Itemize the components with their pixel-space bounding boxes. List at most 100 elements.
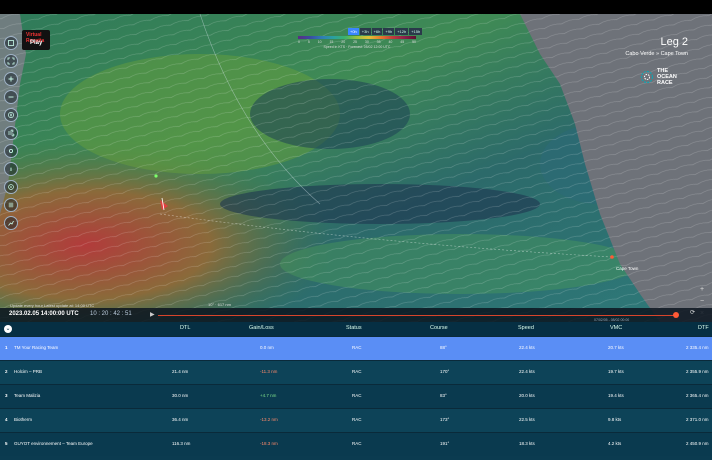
chart-icon[interactable]: [4, 216, 18, 230]
speed-value: 18.3 kts: [519, 441, 535, 446]
speed-value: 22.5 kts: [519, 417, 535, 422]
gain-value: -18.3 nm: [260, 441, 278, 446]
virtual-regatta-logo: Virtual Regatta Play: [22, 30, 50, 50]
legend-number: 50: [412, 40, 416, 44]
team-name: Holcim – PRB: [14, 369, 43, 374]
column-header-speed[interactable]: Speed: [518, 325, 534, 331]
layers-icon[interactable]: [4, 36, 18, 50]
rank-position: 2: [5, 369, 8, 374]
rank-position: 5: [5, 441, 8, 446]
column-header-gain[interactable]: Gain/Loss: [249, 325, 274, 331]
zoom-in-icon[interactable]: [4, 72, 18, 86]
target-icon[interactable]: [4, 180, 18, 194]
timeline-date: 2023.02.05 14:00:00 UTC: [9, 311, 79, 317]
speed-control-icon[interactable]: ⟳: [690, 309, 695, 316]
dtf-value: 2 355.9 nm: [686, 369, 709, 374]
leg-title: Leg 2: [660, 36, 688, 48]
status-value: RAC: [352, 345, 362, 350]
speed-value: 20.0 kts: [519, 393, 535, 398]
vmc-value: 4.2 kts: [608, 441, 622, 446]
compass-icon[interactable]: [4, 108, 18, 122]
legend-number: 45: [400, 40, 405, 44]
forecast-tab[interactable]: +3h: [359, 28, 371, 35]
top-bar: [0, 0, 712, 14]
zoom-out-icon[interactable]: [4, 90, 18, 104]
expand-icon[interactable]: [4, 54, 18, 68]
left-toolbar: [4, 36, 18, 234]
dtl-value: 21.4 nm: [172, 369, 189, 374]
course-value: 191°: [440, 441, 450, 446]
zoom-plus-icon[interactable]: +: [698, 286, 706, 294]
dtf-value: 2 335.4 nm: [686, 345, 709, 350]
legend-number: 40: [388, 40, 393, 44]
vmc-value: 19.7 kts: [608, 369, 624, 374]
column-header-vmc[interactable]: VMC: [610, 325, 622, 331]
rank-position: 1: [5, 345, 8, 350]
course-value: 170°: [440, 369, 450, 374]
brand-line: RACE: [657, 80, 673, 86]
team-name: Biotherm: [14, 417, 33, 422]
course-value: 83°: [440, 393, 447, 398]
speed-value: 22.4 kts: [519, 345, 535, 350]
course-value: 173°: [440, 417, 450, 422]
info-icon[interactable]: [4, 162, 18, 176]
legend-color-bar: [298, 36, 416, 39]
timeline-handle[interactable]: [673, 312, 679, 318]
settings-icon[interactable]: [4, 144, 18, 158]
play-icon[interactable]: ▶: [150, 311, 155, 318]
wind-icon[interactable]: [4, 126, 18, 140]
gain-value: 0.0 nm: [260, 345, 274, 350]
legend-number: 30: [364, 40, 369, 44]
legend-number: 15: [329, 40, 334, 44]
ranking-panel: ⌄ DTL Gain/Loss Status Course Speed VMC …: [0, 322, 712, 460]
column-header-dtf[interactable]: DTF: [698, 325, 709, 331]
wind-map[interactable]: Virtual Regatta Play +0h +3h +6h +9h +12…: [0, 14, 712, 322]
legend-number: 25: [353, 40, 357, 44]
ocean-race-mark-icon: [640, 70, 654, 84]
column-header-dtl[interactable]: DTL: [180, 325, 190, 331]
forecast-tab[interactable]: +12h: [395, 28, 409, 35]
legend-number: 0: [298, 40, 300, 44]
wind-speed-legend: +0h +3h +6h +9h +12h +15h 0 5 10 15 20 2…: [298, 28, 423, 50]
course-value: 88°: [440, 345, 447, 350]
legend-number: 20: [341, 40, 346, 44]
legend-number: 10: [317, 40, 322, 44]
timeline-track[interactable]: [158, 315, 678, 316]
leg-route: Cabo Verde » Cape Town: [625, 51, 688, 57]
map-scale: 10° · 617 nm: [208, 302, 231, 307]
legend-number: 35: [376, 40, 381, 44]
dtf-value: 2 450.9 nm: [686, 441, 709, 446]
status-value: RAC: [352, 417, 362, 422]
vmc-value: 19.4 kts: [608, 393, 624, 398]
ranking-row[interactable]: 2 Holcim – PRB 21.4 nm -11.3 nm RAC 170°…: [0, 360, 712, 384]
gain-value: +4.7 nm: [260, 393, 277, 398]
legend-number: 5: [307, 40, 310, 44]
ranking-row[interactable]: 5 GUYOT environnement – Team Europe 116.…: [0, 432, 712, 456]
forecast-tab[interactable]: +6h: [371, 28, 383, 35]
status-value: RAC: [352, 441, 362, 446]
forecast-tabs: +0h +3h +6h +9h +12h +15h: [348, 28, 423, 35]
team-name: GUYOT environnement – Team Europe: [14, 441, 93, 446]
vmc-value: 9.8 kts: [608, 417, 622, 422]
legend-info: Speed in KTS · Forecast: 05/02 12:00 UTC: [323, 45, 391, 49]
ocean-race-logo: THE OCEAN RACE: [640, 68, 686, 90]
ranking-row[interactable]: 4 Biotherm 36.4 nm -13.2 nm RAC 173° 22.…: [0, 408, 712, 432]
team-name: TM Your Racing Team: [14, 345, 59, 350]
vr-logo-bottom-text: Play: [30, 40, 43, 46]
grid-icon[interactable]: [4, 198, 18, 212]
ranking-header: ⌄ DTL Gain/Loss Status Course Speed VMC …: [0, 322, 712, 336]
ranking-row[interactable]: 3 Team Malizia 30.0 nm +4.7 nm RAC 83° 2…: [0, 384, 712, 408]
forecast-tab[interactable]: +15h: [409, 28, 423, 35]
vmc-value: 20.7 kts: [608, 345, 624, 350]
dtl-value: 116.3 nm: [172, 441, 191, 446]
rank-position: 4: [5, 417, 8, 422]
ranking-row[interactable]: 1 TM Your Racing Team 0.0 nm RAC 88° 22.…: [0, 336, 712, 360]
map-background: [0, 14, 712, 322]
forecast-tab[interactable]: +9h: [383, 28, 395, 35]
zoom-minus-icon[interactable]: −: [698, 298, 706, 306]
column-header-course[interactable]: Course: [430, 325, 448, 331]
column-header-status[interactable]: Status: [346, 325, 362, 331]
legend-scale: 0 5 10 15 20 25 30 35 40 45 50: [298, 40, 416, 44]
forecast-tab[interactable]: +0h: [348, 28, 359, 35]
collapse-toggle-icon[interactable]: ⌄: [4, 325, 12, 333]
